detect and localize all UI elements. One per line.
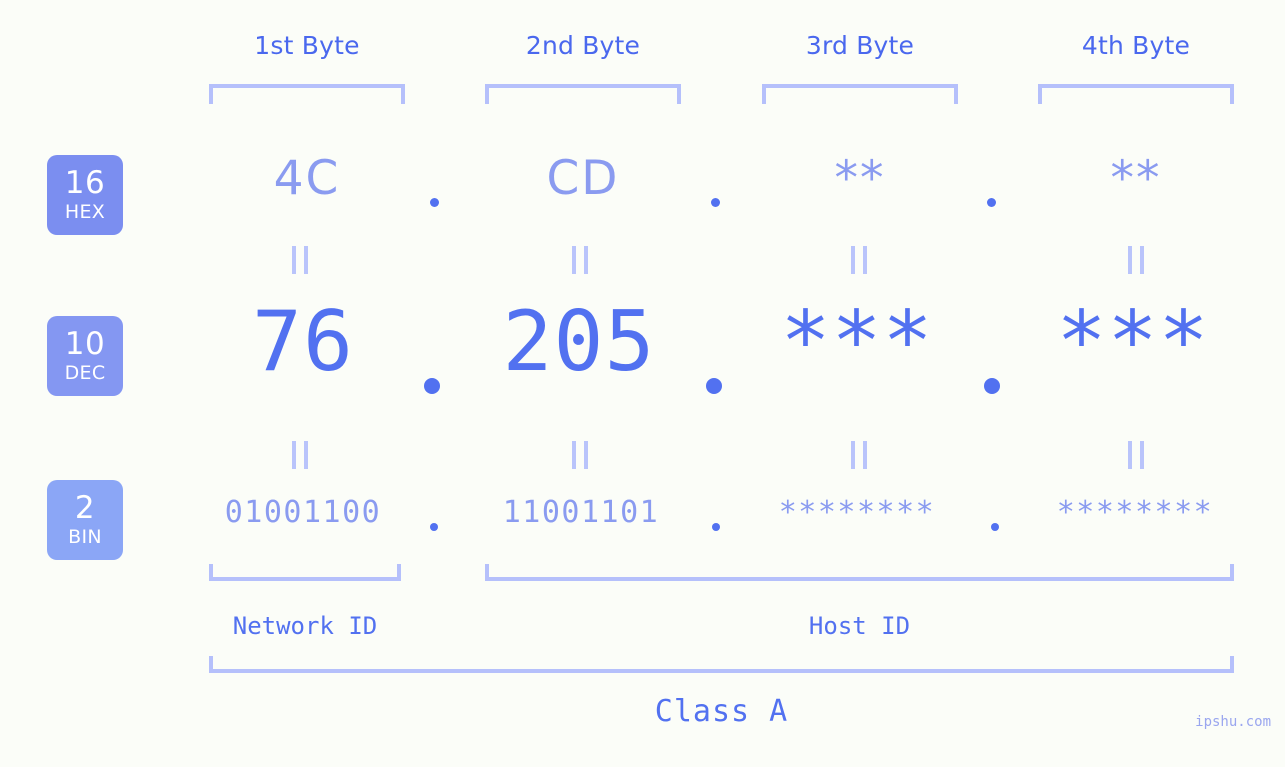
equality-mark-dec-bin-1 — [292, 441, 308, 469]
radix-badge-dec-name: DEC — [64, 362, 106, 384]
hex-separator-dot-1 — [430, 198, 439, 207]
byte-bracket-top-3 — [762, 84, 958, 104]
byte-bracket-top-1 — [209, 84, 405, 104]
dec-byte-4-value: *** — [1056, 293, 1210, 390]
byte-header-1: 1st Byte — [254, 31, 360, 60]
hex-byte-1-value: 4C — [273, 151, 341, 206]
host-id-bracket — [485, 564, 1234, 581]
dec-byte-2-value: 205 — [502, 293, 656, 390]
equality-mark-hex-dec-3 — [851, 246, 867, 274]
bin-separator-dot-1 — [430, 523, 438, 531]
hex-byte-4-value: ** — [1110, 151, 1162, 206]
hex-separator-dot-3 — [987, 198, 996, 207]
equality-mark-hex-dec-1 — [292, 246, 308, 274]
equality-mark-hex-dec-2 — [572, 246, 588, 274]
radix-badge-dec-number: 10 — [64, 326, 106, 362]
radix-badge-bin: 2 BIN — [47, 480, 123, 560]
equality-mark-dec-bin-4 — [1128, 441, 1144, 469]
ip-byte-breakdown-diagram: 1st Byte 2nd Byte 3rd Byte 4th Byte 16 H… — [0, 0, 1285, 767]
bin-byte-2-value: 11001101 — [502, 495, 660, 530]
network-id-bracket — [209, 564, 401, 581]
host-id-label: Host ID — [808, 612, 911, 640]
equality-mark-dec-bin-3 — [851, 441, 867, 469]
radix-badge-hex-number: 16 — [64, 165, 106, 201]
hex-separator-dot-2 — [711, 198, 720, 207]
radix-badge-hex-name: HEX — [64, 201, 106, 223]
byte-bracket-top-4 — [1038, 84, 1234, 104]
byte-header-4: 4th Byte — [1081, 31, 1191, 60]
radix-badge-bin-name: BIN — [68, 526, 102, 548]
hex-byte-3-value: ** — [834, 151, 886, 206]
dec-separator-dot-2 — [706, 378, 722, 394]
bin-separator-dot-2 — [712, 523, 720, 531]
byte-header-3: 3rd Byte — [805, 31, 915, 60]
byte-header-2: 2nd Byte — [525, 31, 641, 60]
class-label: Class A — [654, 694, 789, 729]
site-watermark: ipshu.com — [1195, 714, 1271, 730]
equality-mark-hex-dec-4 — [1128, 246, 1144, 274]
network-id-label: Network ID — [232, 612, 378, 640]
bin-separator-dot-3 — [991, 523, 999, 531]
class-bracket — [209, 656, 1234, 673]
hex-byte-2-value: CD — [546, 151, 620, 206]
radix-badge-hex: 16 HEX — [47, 155, 123, 235]
equality-mark-dec-bin-2 — [572, 441, 588, 469]
radix-badge-bin-number: 2 — [74, 490, 96, 526]
dec-separator-dot-3 — [984, 378, 1000, 394]
bin-byte-3-value: ******** — [778, 495, 936, 530]
bin-byte-4-value: ******** — [1056, 495, 1214, 530]
byte-bracket-top-2 — [485, 84, 681, 104]
dec-byte-1-value: 76 — [252, 293, 354, 390]
bin-byte-1-value: 01001100 — [224, 495, 382, 530]
dec-byte-3-value: *** — [780, 293, 934, 390]
dec-separator-dot-1 — [424, 378, 440, 394]
radix-badge-dec: 10 DEC — [47, 316, 123, 396]
